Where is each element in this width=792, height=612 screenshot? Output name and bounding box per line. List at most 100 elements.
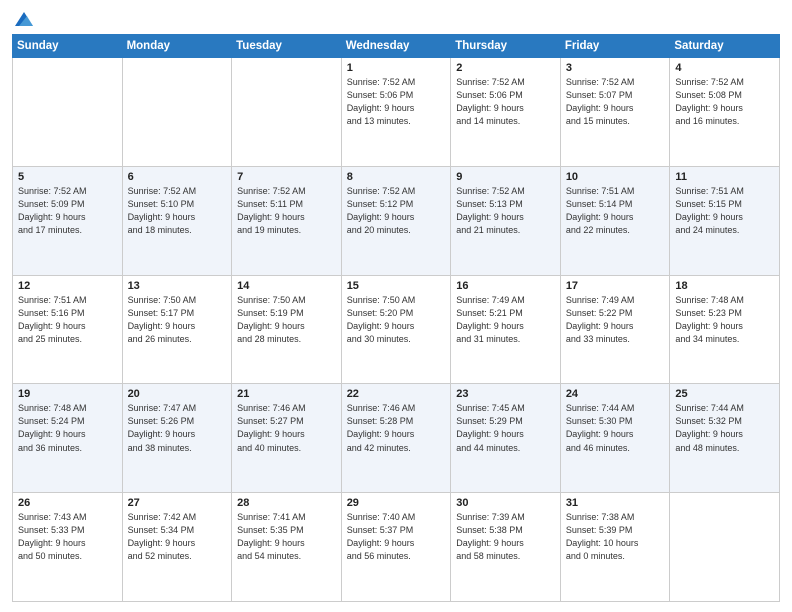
day-info: Sunrise: 7:47 AM Sunset: 5:26 PM Dayligh…	[128, 402, 227, 454]
day-info: Sunrise: 7:50 AM Sunset: 5:19 PM Dayligh…	[237, 294, 336, 346]
day-info: Sunrise: 7:52 AM Sunset: 5:08 PM Dayligh…	[675, 76, 774, 128]
weekday-header-tuesday: Tuesday	[232, 35, 342, 58]
calendar-cell: 30 Sunrise: 7:39 AM Sunset: 5:38 PM Dayli…	[451, 493, 561, 602]
calendar-cell: 8Sunrise: 7:52 AM Sunset: 5:12 PM Daylig…	[341, 166, 451, 275]
calendar-cell: 6Sunrise: 7:52 AM Sunset: 5:10 PM Daylig…	[122, 166, 232, 275]
day-number: 1	[347, 62, 446, 74]
day-number: 10	[566, 171, 665, 183]
day-number: 31	[566, 497, 665, 509]
day-info: Sunrise: 7:52 AM Sunset: 5:13 PM Dayligh…	[456, 185, 555, 237]
day-number: 8	[347, 171, 446, 183]
calendar-week-row: 5 Sunrise: 7:52 AM Sunset: 5:09 PM Daylig…	[13, 166, 780, 275]
day-info: Sunrise: 7:50 AM Sunset: 5:17 PM Dayligh…	[128, 294, 227, 346]
calendar-cell: 28 Sunrise: 7:41 AM Sunset: 5:35 PM Dayli…	[232, 493, 342, 602]
day-info: Sunrise: 7:52 AM Sunset: 5:06 PM Dayligh…	[456, 76, 555, 128]
day-info: Sunrise: 7:49 AM Sunset: 5:21 PM Dayligh…	[456, 294, 555, 346]
day-info: Sunrise: 7:41 AM Sunset: 5:35 PM Dayligh…	[237, 511, 336, 563]
calendar-cell	[122, 58, 232, 167]
calendar-cell: 20 Sunrise: 7:47 AM Sunset: 5:26 PM Dayli…	[122, 384, 232, 493]
calendar-week-row: 1 Sunrise: 7:52 AM Sunset: 5:06 PM Daylig…	[13, 58, 780, 167]
day-info: Sunrise: 7:51 AM Sunset: 5:16 PM Dayligh…	[18, 294, 117, 346]
calendar-cell: 4 Sunrise: 7:52 AM Sunset: 5:08 PM Daylig…	[670, 58, 780, 167]
calendar-cell: 23Sunrise: 7:45 AM Sunset: 5:29 PM Dayli…	[451, 384, 561, 493]
day-info: Sunrise: 7:48 AM Sunset: 5:24 PM Dayligh…	[18, 402, 117, 454]
day-number: 30	[456, 497, 555, 509]
day-number: 9	[456, 171, 555, 183]
calendar-cell: 9 Sunrise: 7:52 AM Sunset: 5:13 PM Daylig…	[451, 166, 561, 275]
header	[12, 10, 780, 26]
day-number: 24	[566, 388, 665, 400]
day-info: Sunrise: 7:52 AM Sunset: 5:11 PM Dayligh…	[237, 185, 336, 237]
day-info: Sunrise: 7:45 AM Sunset: 5:29 PM Dayligh…	[456, 402, 555, 454]
day-info: Sunrise: 7:38 AM Sunset: 5:39 PM Dayligh…	[566, 511, 665, 563]
calendar-week-row: 12Sunrise: 7:51 AM Sunset: 5:16 PM Dayli…	[13, 275, 780, 384]
day-info: Sunrise: 7:44 AM Sunset: 5:30 PM Dayligh…	[566, 402, 665, 454]
calendar-cell: 18 Sunrise: 7:48 AM Sunset: 5:23 PM Dayli…	[670, 275, 780, 384]
weekday-header-friday: Friday	[560, 35, 670, 58]
calendar-week-row: 19 Sunrise: 7:48 AM Sunset: 5:24 PM Dayli…	[13, 384, 780, 493]
calendar-cell: 10 Sunrise: 7:51 AM Sunset: 5:14 PM Dayli…	[560, 166, 670, 275]
calendar-cell	[13, 58, 123, 167]
weekday-header-thursday: Thursday	[451, 35, 561, 58]
day-info: Sunrise: 7:52 AM Sunset: 5:09 PM Dayligh…	[18, 185, 117, 237]
day-number: 3	[566, 62, 665, 74]
weekday-header-sunday: Sunday	[13, 35, 123, 58]
day-info: Sunrise: 7:39 AM Sunset: 5:38 PM Dayligh…	[456, 511, 555, 563]
day-info: Sunrise: 7:50 AM Sunset: 5:20 PM Dayligh…	[347, 294, 446, 346]
day-number: 17	[566, 280, 665, 292]
day-number: 14	[237, 280, 336, 292]
weekday-header-saturday: Saturday	[670, 35, 780, 58]
day-number: 27	[128, 497, 227, 509]
day-info: Sunrise: 7:52 AM Sunset: 5:07 PM Dayligh…	[566, 76, 665, 128]
page: SundayMondayTuesdayWednesdayThursdayFrid…	[0, 0, 792, 612]
calendar-cell: 3 Sunrise: 7:52 AM Sunset: 5:07 PM Daylig…	[560, 58, 670, 167]
day-info: Sunrise: 7:48 AM Sunset: 5:23 PM Dayligh…	[675, 294, 774, 346]
calendar-cell	[232, 58, 342, 167]
day-number: 21	[237, 388, 336, 400]
calendar-cell: 16 Sunrise: 7:49 AM Sunset: 5:21 PM Dayli…	[451, 275, 561, 384]
calendar-cell: 7 Sunrise: 7:52 AM Sunset: 5:11 PM Daylig…	[232, 166, 342, 275]
day-info: Sunrise: 7:42 AM Sunset: 5:34 PM Dayligh…	[128, 511, 227, 563]
day-info: Sunrise: 7:52 AM Sunset: 5:06 PM Dayligh…	[347, 76, 446, 128]
day-info: Sunrise: 7:51 AM Sunset: 5:14 PM Dayligh…	[566, 185, 665, 237]
calendar-table: SundayMondayTuesdayWednesdayThursdayFrid…	[12, 34, 780, 602]
calendar-cell: 11 Sunrise: 7:51 AM Sunset: 5:15 PM Dayli…	[670, 166, 780, 275]
day-number: 28	[237, 497, 336, 509]
day-info: Sunrise: 7:46 AM Sunset: 5:27 PM Dayligh…	[237, 402, 336, 454]
calendar-cell: 13 Sunrise: 7:50 AM Sunset: 5:17 PM Dayli…	[122, 275, 232, 384]
calendar-cell: 12Sunrise: 7:51 AM Sunset: 5:16 PM Dayli…	[13, 275, 123, 384]
day-info: Sunrise: 7:44 AM Sunset: 5:32 PM Dayligh…	[675, 402, 774, 454]
weekday-header-wednesday: Wednesday	[341, 35, 451, 58]
calendar-cell: 24 Sunrise: 7:44 AM Sunset: 5:30 PM Dayli…	[560, 384, 670, 493]
day-info: Sunrise: 7:51 AM Sunset: 5:15 PM Dayligh…	[675, 185, 774, 237]
calendar-cell: 29Sunrise: 7:40 AM Sunset: 5:37 PM Dayli…	[341, 493, 451, 602]
day-info: Sunrise: 7:49 AM Sunset: 5:22 PM Dayligh…	[566, 294, 665, 346]
day-info: Sunrise: 7:46 AM Sunset: 5:28 PM Dayligh…	[347, 402, 446, 454]
calendar-cell: 27 Sunrise: 7:42 AM Sunset: 5:34 PM Dayli…	[122, 493, 232, 602]
calendar-cell: 2 Sunrise: 7:52 AM Sunset: 5:06 PM Daylig…	[451, 58, 561, 167]
day-number: 25	[675, 388, 774, 400]
day-number: 13	[128, 280, 227, 292]
day-number: 2	[456, 62, 555, 74]
calendar-cell: 1 Sunrise: 7:52 AM Sunset: 5:06 PM Daylig…	[341, 58, 451, 167]
calendar-cell	[670, 493, 780, 602]
calendar-cell: 22 Sunrise: 7:46 AM Sunset: 5:28 PM Dayli…	[341, 384, 451, 493]
logo	[12, 10, 35, 26]
day-info: Sunrise: 7:40 AM Sunset: 5:37 PM Dayligh…	[347, 511, 446, 563]
day-number: 20	[128, 388, 227, 400]
day-number: 19	[18, 388, 117, 400]
day-number: 4	[675, 62, 774, 74]
day-number: 7	[237, 171, 336, 183]
calendar-cell: 15Sunrise: 7:50 AM Sunset: 5:20 PM Dayli…	[341, 275, 451, 384]
day-number: 18	[675, 280, 774, 292]
day-number: 16	[456, 280, 555, 292]
day-number: 22	[347, 388, 446, 400]
logo-icon	[13, 8, 35, 30]
calendar-cell: 17 Sunrise: 7:49 AM Sunset: 5:22 PM Dayli…	[560, 275, 670, 384]
day-number: 11	[675, 171, 774, 183]
day-number: 5	[18, 171, 117, 183]
weekday-header-row: SundayMondayTuesdayWednesdayThursdayFrid…	[13, 35, 780, 58]
day-number: 26	[18, 497, 117, 509]
calendar-cell: 25 Sunrise: 7:44 AM Sunset: 5:32 PM Dayli…	[670, 384, 780, 493]
calendar-cell: 21 Sunrise: 7:46 AM Sunset: 5:27 PM Dayli…	[232, 384, 342, 493]
